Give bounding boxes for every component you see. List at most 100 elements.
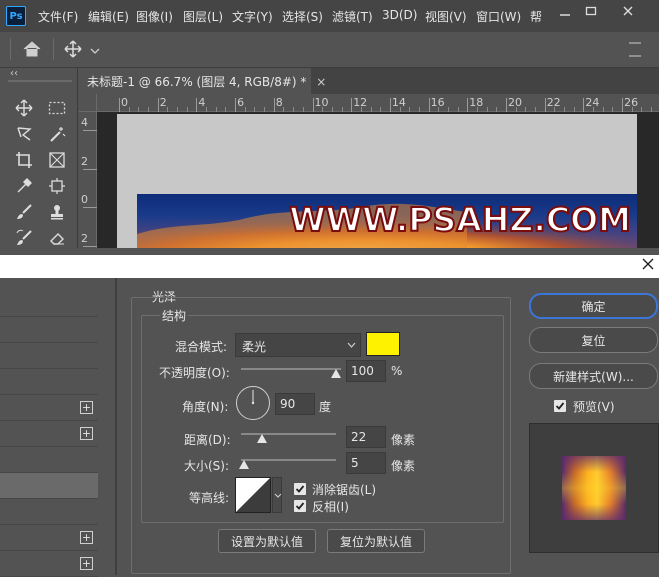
divider (53, 38, 54, 60)
preview-label: 预览(V) (573, 400, 615, 414)
add-style-icon[interactable]: + (80, 427, 93, 440)
new-style-button[interactable]: 新建样式(W)... (529, 363, 658, 389)
size-unit: 像素 (391, 459, 416, 473)
size-slider-thumb[interactable] (238, 460, 249, 469)
ruler-label: 4 (81, 116, 88, 129)
menu-filter[interactable]: 滤镜(T) (332, 8, 373, 25)
document-tab[interactable]: 未标题-1 @ 66.7% (图层 4, RGB/8#) * × (79, 68, 326, 94)
ruler-tick (351, 98, 353, 112)
menu-image[interactable]: 图像(I) (136, 8, 173, 25)
add-style-icon[interactable]: + (80, 557, 93, 570)
style-list-item[interactable] (0, 317, 98, 343)
menu-type[interactable]: 文字(Y) (232, 8, 273, 25)
window-close-icon[interactable] (615, 2, 641, 20)
contour-dropdown[interactable] (272, 477, 282, 513)
document-canvas[interactable]: WWW.PSAHZ.COM (117, 114, 637, 248)
eyedropper-icon[interactable] (13, 176, 35, 196)
ruler-label: 4 (198, 96, 206, 109)
ruler-origin[interactable] (79, 94, 97, 112)
ruler-tick (83, 246, 97, 248)
style-list-item[interactable]: + (0, 421, 98, 447)
dialog-close-icon[interactable] (639, 255, 657, 273)
size-input[interactable]: 5 (346, 452, 386, 474)
style-list-item[interactable]: + (0, 395, 98, 421)
menu-layer[interactable]: 图层(L) (183, 8, 223, 25)
distance-slider-thumb[interactable] (256, 434, 267, 443)
checkmark-icon (555, 402, 565, 410)
move-tool-icon[interactable] (64, 40, 82, 61)
lasso-icon[interactable] (13, 124, 35, 144)
maximize-icon[interactable] (578, 2, 604, 20)
menu-edit[interactable]: 编辑(E) (88, 8, 129, 25)
menu-3d[interactable]: 3D(D) (382, 8, 417, 22)
frame-icon[interactable] (46, 150, 68, 170)
ruler-label: 26 (624, 96, 639, 109)
ruler-tick (389, 98, 391, 112)
minimize-icon[interactable] (552, 2, 578, 20)
ruler-tick (83, 207, 97, 209)
invert-checkbox[interactable] (294, 500, 306, 512)
add-style-icon[interactable]: + (80, 531, 93, 544)
distance-unit: 像素 (391, 433, 416, 447)
home-icon[interactable] (22, 40, 42, 61)
tab-close-icon[interactable]: × (316, 75, 326, 89)
preview-checkbox[interactable] (554, 400, 566, 412)
marquee-icon[interactable] (46, 98, 68, 118)
invert-label: 反相(I) (312, 500, 349, 514)
set-default-button[interactable]: 设置为默认值 (218, 529, 316, 553)
magic-wand-icon[interactable] (46, 124, 68, 144)
checkmark-icon (295, 502, 305, 510)
history-brush-icon[interactable] (13, 228, 35, 248)
menu-select[interactable]: 选择(S) (282, 8, 323, 25)
contour-label: 等高线: (189, 491, 230, 505)
blend-mode-value: 柔光 (242, 340, 267, 354)
brush-icon[interactable] (13, 202, 35, 222)
angle-dial[interactable] (235, 385, 271, 424)
ruler-label: 6 (237, 96, 245, 109)
opacity-slider-thumb[interactable] (331, 369, 341, 378)
add-style-icon[interactable]: + (80, 401, 93, 414)
chevron-down-icon[interactable] (90, 44, 100, 58)
style-list-item[interactable]: + (0, 551, 98, 577)
style-list-item-selected[interactable] (0, 473, 98, 499)
style-list-item[interactable] (0, 291, 98, 317)
angle-input[interactable]: 90 (275, 393, 315, 415)
crop-icon[interactable] (13, 150, 35, 170)
style-list-item[interactable]: + (0, 525, 98, 551)
distance-input[interactable]: 22 (346, 426, 386, 448)
style-list-item[interactable] (0, 343, 98, 369)
dialog-titlebar (0, 255, 659, 278)
menu-view[interactable]: 视图(V) (425, 8, 467, 25)
distance-slider-track[interactable] (241, 433, 336, 435)
style-list-item[interactable] (0, 499, 98, 525)
reset-default-button[interactable]: 复位为默认值 (327, 529, 425, 553)
ruler-tick (196, 98, 198, 112)
opacity-slider-track[interactable] (241, 368, 341, 370)
ruler-label: 2 (81, 154, 88, 168)
panel-menu-icon[interactable] (628, 40, 642, 63)
ruler-tick (312, 98, 314, 112)
ruler-label: 14 (391, 96, 406, 109)
healing-brush-icon[interactable] (46, 176, 68, 196)
menu-window[interactable]: 窗口(W) (476, 8, 521, 25)
reset-button[interactable]: 复位 (529, 327, 658, 353)
ok-button[interactable]: 确定 (529, 293, 658, 319)
menu-help[interactable]: 帮 (530, 8, 542, 25)
ruler-tick (428, 98, 430, 112)
blend-mode-select[interactable]: 柔光 (235, 333, 361, 357)
eraser-icon[interactable] (46, 228, 68, 248)
color-swatch[interactable] (366, 332, 400, 356)
angle-unit: 度 (319, 400, 332, 414)
chevron-down-icon (347, 342, 356, 348)
anti-alias-checkbox[interactable] (294, 483, 306, 495)
move-icon[interactable] (13, 98, 35, 118)
ruler-tick (83, 130, 97, 131)
size-slider-track[interactable] (241, 459, 336, 461)
stamp-icon[interactable] (46, 202, 68, 222)
menu-file[interactable]: 文件(F) (38, 8, 78, 25)
contour-picker[interactable] (235, 477, 271, 513)
opacity-input[interactable]: 100 (346, 360, 386, 382)
style-list-item[interactable] (0, 369, 98, 395)
style-list-item[interactable] (0, 447, 98, 473)
collapse-icon[interactable]: ‹‹ (10, 68, 18, 79)
